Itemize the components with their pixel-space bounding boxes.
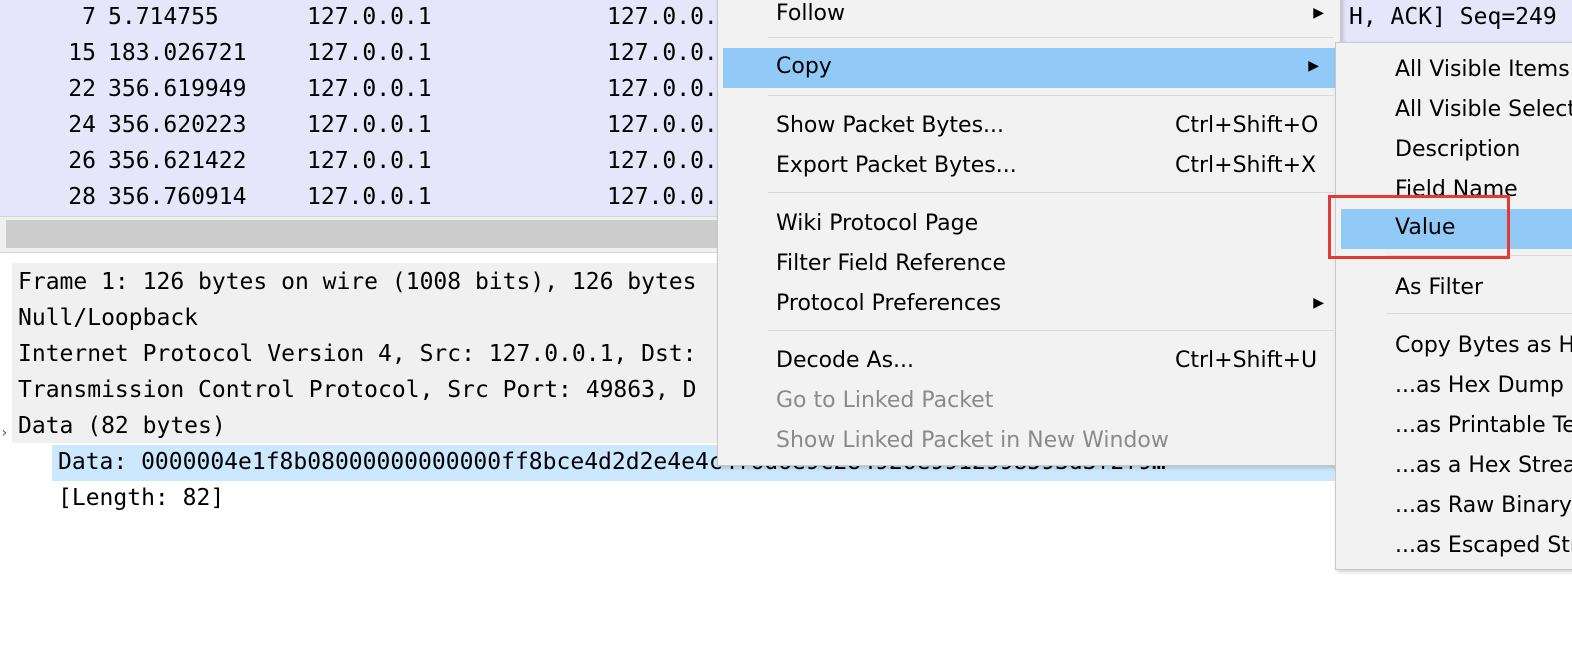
menu-item-filter-field-reference[interactable]: Filter Field Reference xyxy=(718,245,1340,285)
menu-item-label: Protocol Preferences xyxy=(776,291,1002,316)
menu-item-label: Show Linked Packet in New Window xyxy=(776,428,1169,453)
packet-number: 24 xyxy=(68,112,96,138)
submenu-arrow-icon: ▶ xyxy=(1308,58,1319,74)
submenu-arrow-icon: ▶ xyxy=(1313,295,1324,311)
menu-separator xyxy=(768,37,1334,38)
menu-separator xyxy=(1386,313,1572,314)
packet-number: 7 xyxy=(82,4,96,30)
context-menu: Follow ▶ Copy ▶ Show Packet Bytes... Ctr… xyxy=(717,0,1341,466)
packet-number: 26 xyxy=(68,148,96,174)
submenu-item-as-filter[interactable]: As Filter xyxy=(1336,269,1572,309)
expand-arrow-icon[interactable]: › xyxy=(0,425,8,441)
annotation-highlight-box xyxy=(1328,195,1510,259)
packet-number: 22 xyxy=(68,76,96,102)
menu-item-label: Copy Bytes as He xyxy=(1395,333,1572,358)
packet-time: 356.619949 xyxy=(108,76,247,102)
packet-time: 5.714755 xyxy=(108,4,219,30)
menu-item-label: ...as Hex Dump xyxy=(1395,373,1564,398)
menu-item-show-packet-bytes[interactable]: Show Packet Bytes... Ctrl+Shift+O xyxy=(718,107,1340,147)
menu-item-label: Show Packet Bytes... xyxy=(776,113,1005,138)
submenu-item-as-escaped-string[interactable]: ...as Escaped Stri xyxy=(1336,527,1572,567)
packet-destination: 127.0.0. xyxy=(607,76,718,102)
menu-item-label: ...as a Hex Strean xyxy=(1395,453,1572,478)
menu-separator xyxy=(768,330,1334,331)
packet-source: 127.0.0.1 xyxy=(307,184,432,210)
menu-item-label: Follow xyxy=(776,1,846,26)
packet-destination: 127.0.0. xyxy=(607,148,718,174)
packet-source: 127.0.0.1 xyxy=(307,112,432,138)
menu-item-protocol-preferences[interactable]: Protocol Preferences ▶ xyxy=(718,285,1340,325)
packet-time: 356.621422 xyxy=(108,148,247,174)
menu-item-label: Copy xyxy=(776,54,832,79)
menu-item-show-linked-packet[interactable]: Show Linked Packet in New Window xyxy=(718,422,1340,462)
menu-item-label: Description xyxy=(1395,137,1521,162)
menu-item-label: Wiki Protocol Page xyxy=(776,211,979,236)
menu-item-go-to-linked-packet[interactable]: Go to Linked Packet xyxy=(718,382,1340,422)
menu-item-label: ...as Escaped Stri xyxy=(1395,533,1572,558)
tree-item-null-loopback[interactable]: Null/Loopback xyxy=(18,305,198,331)
packet-source: 127.0.0.1 xyxy=(307,4,432,30)
packet-number: 28 xyxy=(68,184,96,210)
packet-number: 15 xyxy=(68,40,96,66)
packet-time: 356.760914 xyxy=(108,184,247,210)
menu-item-label: ...as Raw Binary xyxy=(1395,493,1572,518)
packet-info-fragment: H, ACK] Seq=249 xyxy=(1349,4,1557,30)
submenu-item-as-hex-stream[interactable]: ...as a Hex Strean xyxy=(1336,447,1572,487)
tree-item-ipv4[interactable]: Internet Protocol Version 4, Src: 127.0.… xyxy=(18,341,697,367)
menu-item-follow[interactable]: Follow ▶ xyxy=(718,0,1340,35)
copy-submenu: All Visible Items All Visible Selecte De… xyxy=(1335,42,1572,570)
packet-destination: 127.0.0. xyxy=(607,4,718,30)
packet-source: 127.0.0.1 xyxy=(307,40,432,66)
menu-item-export-packet-bytes[interactable]: Export Packet Bytes... Ctrl+Shift+X xyxy=(718,147,1340,187)
menu-item-label: ...as Printable Tex xyxy=(1395,413,1572,438)
menu-shortcut: Ctrl+Shift+X xyxy=(1175,153,1317,178)
menu-item-label: Filter Field Reference xyxy=(776,251,1007,276)
submenu-item-as-raw-binary[interactable]: ...as Raw Binary xyxy=(1336,487,1572,527)
tree-item-data[interactable]: Data (82 bytes) xyxy=(18,413,226,439)
submenu-item-as-printable-text[interactable]: ...as Printable Tex xyxy=(1336,407,1572,447)
menu-item-wiki-protocol-page[interactable]: Wiki Protocol Page xyxy=(718,205,1340,245)
submenu-item-copy-bytes-as-hex[interactable]: Copy Bytes as He xyxy=(1336,327,1572,367)
submenu-arrow-icon: ▶ xyxy=(1313,5,1324,21)
packet-destination: 127.0.0. xyxy=(607,112,718,138)
submenu-item-all-visible-items[interactable]: All Visible Items xyxy=(1336,51,1572,91)
packet-time: 356.620223 xyxy=(108,112,247,138)
submenu-item-description[interactable]: Description xyxy=(1336,131,1572,171)
menu-separator xyxy=(768,95,1334,96)
menu-item-label: Export Packet Bytes... xyxy=(776,153,1017,178)
tree-item-length[interactable]: [Length: 82] xyxy=(58,485,224,511)
menu-shortcut: Ctrl+Shift+O xyxy=(1175,113,1319,138)
menu-item-label: All Visible Selecte xyxy=(1395,97,1572,122)
menu-item-label: Decode As... xyxy=(776,348,915,373)
packet-source: 127.0.0.1 xyxy=(307,148,432,174)
menu-item-label: Go to Linked Packet xyxy=(776,388,994,413)
submenu-item-as-hex-dump[interactable]: ...as Hex Dump xyxy=(1336,367,1572,407)
menu-item-label: As Filter xyxy=(1395,275,1483,300)
menu-separator xyxy=(768,192,1334,193)
menu-item-decode-as[interactable]: Decode As... Ctrl+Shift+U xyxy=(718,342,1340,382)
packet-destination: 127.0.0. xyxy=(607,184,718,210)
menu-shortcut: Ctrl+Shift+U xyxy=(1175,348,1318,373)
packet-destination: 127.0.0. xyxy=(607,40,718,66)
tree-item-tcp[interactable]: Transmission Control Protocol, Src Port:… xyxy=(18,377,697,403)
packet-time: 183.026721 xyxy=(108,40,247,66)
packet-source: 127.0.0.1 xyxy=(307,76,432,102)
submenu-item-all-visible-selected[interactable]: All Visible Selecte xyxy=(1336,91,1572,131)
tree-item-frame[interactable]: Frame 1: 126 bytes on wire (1008 bits), … xyxy=(18,269,697,295)
menu-item-label: All Visible Items xyxy=(1395,57,1570,82)
menu-item-copy[interactable]: Copy ▶ xyxy=(723,48,1335,88)
